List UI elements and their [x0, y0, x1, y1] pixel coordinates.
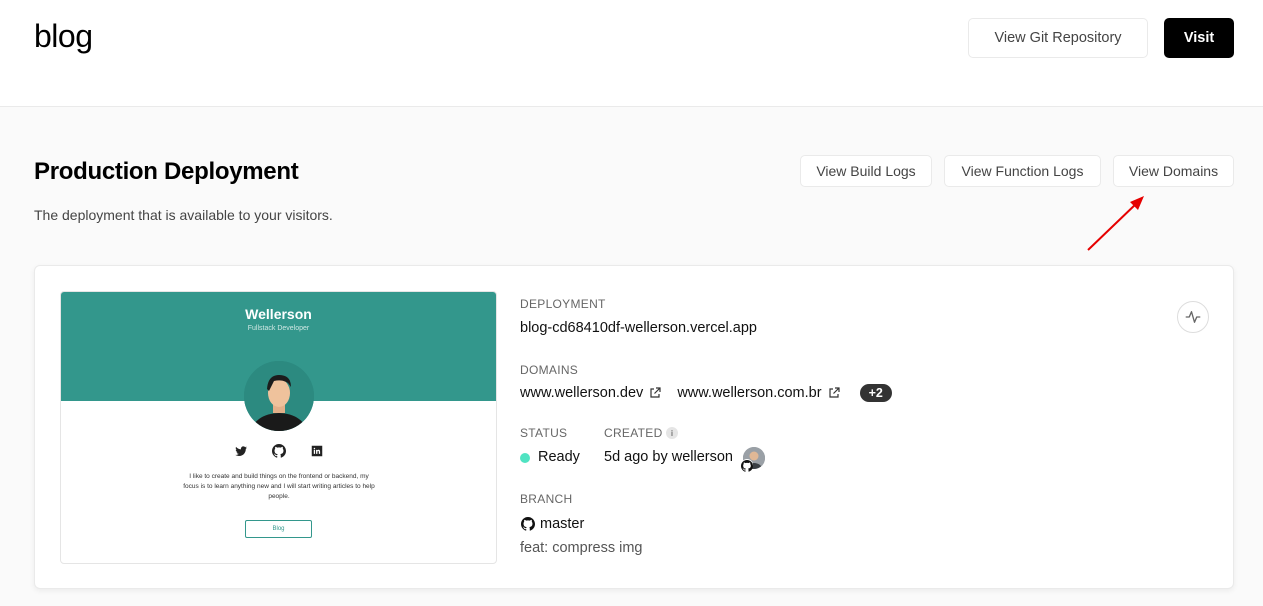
- linkedin-icon[interactable]: [310, 444, 324, 458]
- deployment-url-link[interactable]: blog-cd68410df-wellerson.vercel.app: [520, 320, 757, 336]
- deployment-preview[interactable]: Wellerson Fullstack Developer I like to …: [60, 291, 497, 564]
- info-icon[interactable]: i: [666, 427, 678, 439]
- preview-bio: I like to create and build things on the…: [183, 473, 375, 500]
- github-icon: [521, 517, 535, 531]
- section-title: Production Deployment: [34, 158, 299, 185]
- top-bar: blog View Git Repository Visit: [0, 0, 1263, 107]
- github-icon[interactable]: [271, 444, 286, 458]
- commit-message[interactable]: feat: compress img: [520, 540, 643, 556]
- twitter-icon[interactable]: [234, 444, 248, 458]
- view-function-logs-button[interactable]: View Function Logs: [944, 155, 1101, 187]
- annotation-arrow: [1087, 196, 1144, 251]
- section-subtitle: The deployment that is available to your…: [34, 207, 333, 223]
- status-value: Ready: [538, 449, 580, 465]
- domains-list: www.wellerson.dev www.wellerson.com.br +…: [520, 384, 892, 402]
- preview-social-icons: [61, 444, 496, 458]
- project-title: blog: [34, 18, 93, 54]
- visit-button[interactable]: Visit: [1164, 18, 1234, 58]
- github-icon: [741, 459, 753, 472]
- domain-link[interactable]: www.wellerson.com.br: [677, 385, 821, 401]
- created-value: 5d ago by wellerson: [604, 449, 733, 465]
- domain-link[interactable]: www.wellerson.dev: [520, 385, 643, 401]
- deployment-label: DEPLOYMENT: [520, 297, 606, 311]
- status-indicator-icon: [520, 453, 530, 463]
- branch-link[interactable]: master: [540, 516, 584, 532]
- view-domains-button[interactable]: View Domains: [1113, 155, 1234, 187]
- view-build-logs-button[interactable]: View Build Logs: [800, 155, 932, 187]
- view-git-repository-button[interactable]: View Git Repository: [968, 18, 1148, 58]
- status-label: STATUS: [520, 426, 568, 440]
- external-link-icon[interactable]: [649, 387, 661, 399]
- preview-avatar: [244, 361, 314, 431]
- activity-icon[interactable]: [1177, 301, 1209, 333]
- preview-role: Fullstack Developer: [247, 325, 310, 332]
- created-label: CREATED: [604, 426, 663, 440]
- external-link-icon[interactable]: [828, 387, 840, 399]
- preview-name: Wellerson: [245, 306, 312, 322]
- deployment-card: Wellerson Fullstack Developer I like to …: [34, 265, 1234, 589]
- branch-label: BRANCH: [520, 492, 573, 506]
- preview-blog-button[interactable]: Blog: [245, 520, 312, 538]
- more-domains-badge[interactable]: +2: [859, 384, 892, 402]
- domains-label: DOMAINS: [520, 363, 579, 377]
